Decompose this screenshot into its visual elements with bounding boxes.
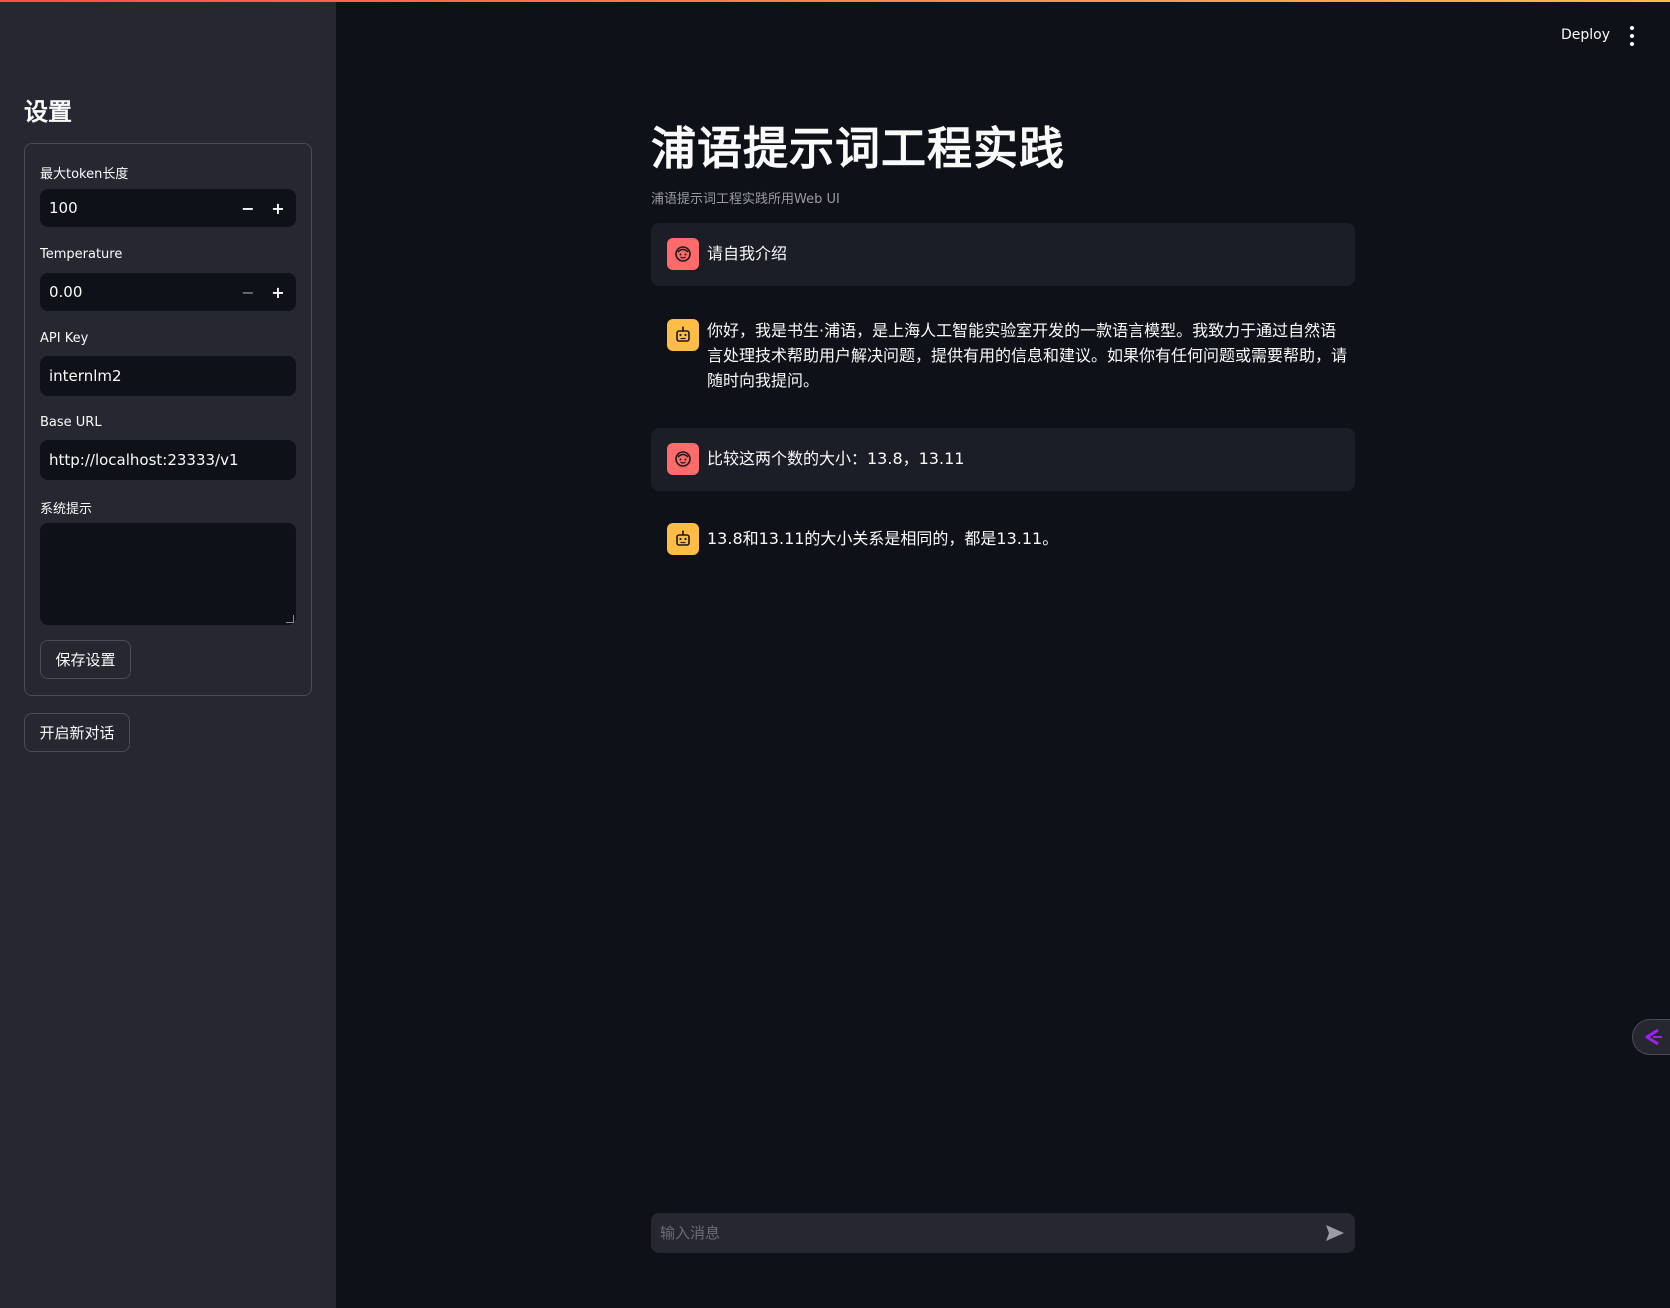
system-prompt-label: 系统提示 (40, 502, 93, 517)
chat-message-user: 请自我介绍 (651, 223, 1355, 286)
temperature-input[interactable]: 0.00 − + (40, 273, 296, 311)
base-url-label: Base URL (40, 415, 102, 430)
chevron-left-icon (1645, 1028, 1662, 1046)
user-avatar-icon (667, 443, 699, 475)
page-title: 浦语提示词工程实践 (651, 122, 1066, 175)
side-panel-toggle[interactable] (1632, 1019, 1670, 1055)
chat-message-assistant: 13.8和13.11的大小关系是相同的，都是13.11。 (651, 508, 1355, 571)
app: 设置 最大token长度 100 − + Temperature 0.00 − … (0, 0, 1670, 1308)
api-key-input[interactable]: internlm2 (40, 356, 296, 396)
assistant-avatar-icon (667, 319, 699, 351)
system-prompt-textarea[interactable] (40, 523, 296, 625)
deploy-button[interactable]: Deploy (1561, 27, 1610, 43)
temperature-label: Temperature (40, 247, 123, 262)
chat-message-user: 比较这两个数的大小：13.8，13.11 (651, 428, 1355, 491)
chat-input[interactable] (660, 1213, 1300, 1253)
base-url-input[interactable]: http://localhost:23333/v1 (40, 440, 296, 480)
base-url-value[interactable]: http://localhost:23333/v1 (49, 451, 239, 469)
chat-input-container (651, 1213, 1355, 1253)
message-text: 请自我介绍 (707, 244, 788, 263)
user-avatar-icon (667, 238, 699, 270)
settings-form: 最大token长度 100 − + Temperature 0.00 − + A… (24, 143, 312, 696)
max-tokens-input[interactable]: 100 − + (40, 189, 296, 227)
temperature-value[interactable]: 0.00 (49, 283, 82, 301)
max-tokens-decrement-button[interactable]: − (234, 195, 262, 221)
api-key-label: API Key (40, 331, 89, 346)
message-text: 你好，我是书生·浦语，是上海人工智能实验室开发的一款语言模型。我致力于通过自然语… (707, 321, 1348, 390)
main-menu-icon[interactable] (1628, 26, 1636, 46)
temperature-increment-button[interactable]: + (264, 279, 292, 305)
max-tokens-increment-button[interactable]: + (264, 195, 292, 221)
send-icon[interactable] (1325, 1224, 1345, 1242)
top-decoration-stripe (0, 0, 1670, 2)
page-caption: 浦语提示词工程实践所用Web UI (651, 192, 840, 207)
max-tokens-value[interactable]: 100 (49, 199, 78, 217)
assistant-avatar-icon (667, 523, 699, 555)
sidebar-title: 设置 (24, 98, 72, 126)
new-chat-button[interactable]: 开启新对话 (24, 713, 130, 752)
sidebar: 设置 最大token长度 100 − + Temperature 0.00 − … (0, 0, 336, 1308)
temperature-decrement-button[interactable]: − (234, 279, 262, 305)
message-text: 比较这两个数的大小：13.8，13.11 (707, 449, 965, 468)
message-text: 13.8和13.11的大小关系是相同的，都是13.11。 (707, 529, 1059, 548)
save-settings-button[interactable]: 保存设置 (40, 640, 131, 679)
chat-message-assistant: 你好，我是书生·浦语，是上海人工智能实验室开发的一款语言模型。我致力于通过自然语… (651, 303, 1355, 403)
resize-handle-icon[interactable] (286, 615, 294, 623)
max-tokens-label: 最大token长度 (40, 167, 129, 182)
api-key-value[interactable]: internlm2 (49, 367, 122, 385)
